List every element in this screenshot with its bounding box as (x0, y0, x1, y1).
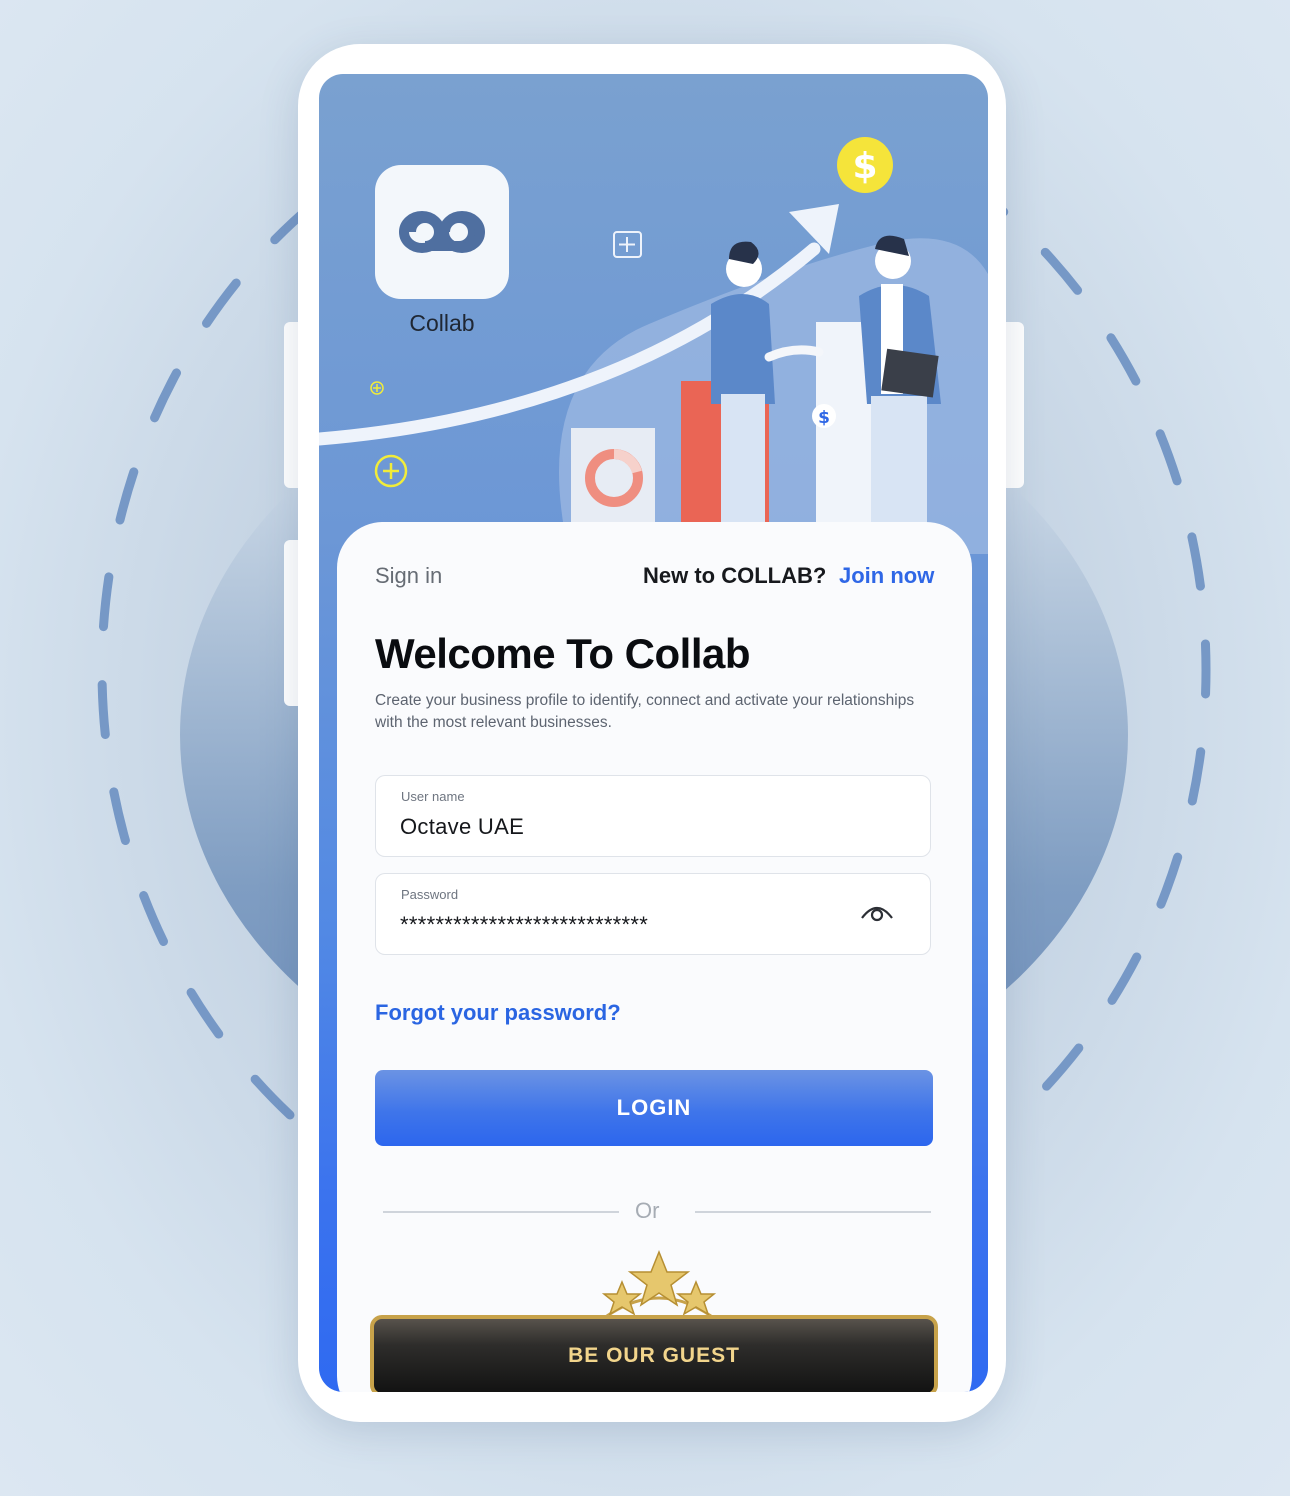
divider-right (695, 1211, 931, 1213)
infinity-link-icon (399, 211, 485, 253)
login-card: Sign in New to COLLAB? Join now Welcome … (337, 522, 972, 1392)
svg-text:$: $ (818, 408, 830, 428)
divider-or-text: Or (635, 1198, 660, 1223)
app-name: Collab (409, 310, 475, 336)
svg-text:$: $ (852, 146, 877, 187)
app-screen: $ $ Collab Sign in New to COLLAB? Join n… (319, 74, 988, 1392)
eye-icon[interactable] (860, 900, 894, 924)
password-label: Password (401, 887, 459, 902)
login-button[interactable]: LOGIN (375, 1070, 933, 1146)
password-input[interactable]: **************************** (400, 912, 648, 938)
username-input[interactable]: Octave UAE (400, 814, 524, 840)
password-field[interactable]: Password **************************** (375, 873, 931, 955)
new-to-collab-text: New to COLLAB? (643, 563, 827, 588)
page-title: Welcome To Collab (375, 630, 751, 677)
phone-frame: $ $ Collab Sign in New to COLLAB? Join n… (298, 44, 1006, 1422)
be-our-guest-button[interactable]: BE OUR GUEST (370, 1315, 938, 1392)
sign-in-label: Sign in (375, 563, 443, 588)
username-label: User name (401, 789, 465, 804)
app-icon[interactable] (375, 165, 509, 299)
page-subtitle: Create your business profile to identify… (375, 692, 915, 731)
divider-left (383, 1211, 619, 1213)
dollar-coin-icon: $ (837, 137, 893, 193)
plus-circle-icon (374, 454, 408, 488)
stars-icon (598, 1249, 720, 1324)
forgot-password-link[interactable]: Forgot your password? (375, 1000, 621, 1026)
join-now-link[interactable]: Join now (839, 563, 934, 589)
username-field[interactable]: User name Octave UAE (375, 775, 931, 857)
